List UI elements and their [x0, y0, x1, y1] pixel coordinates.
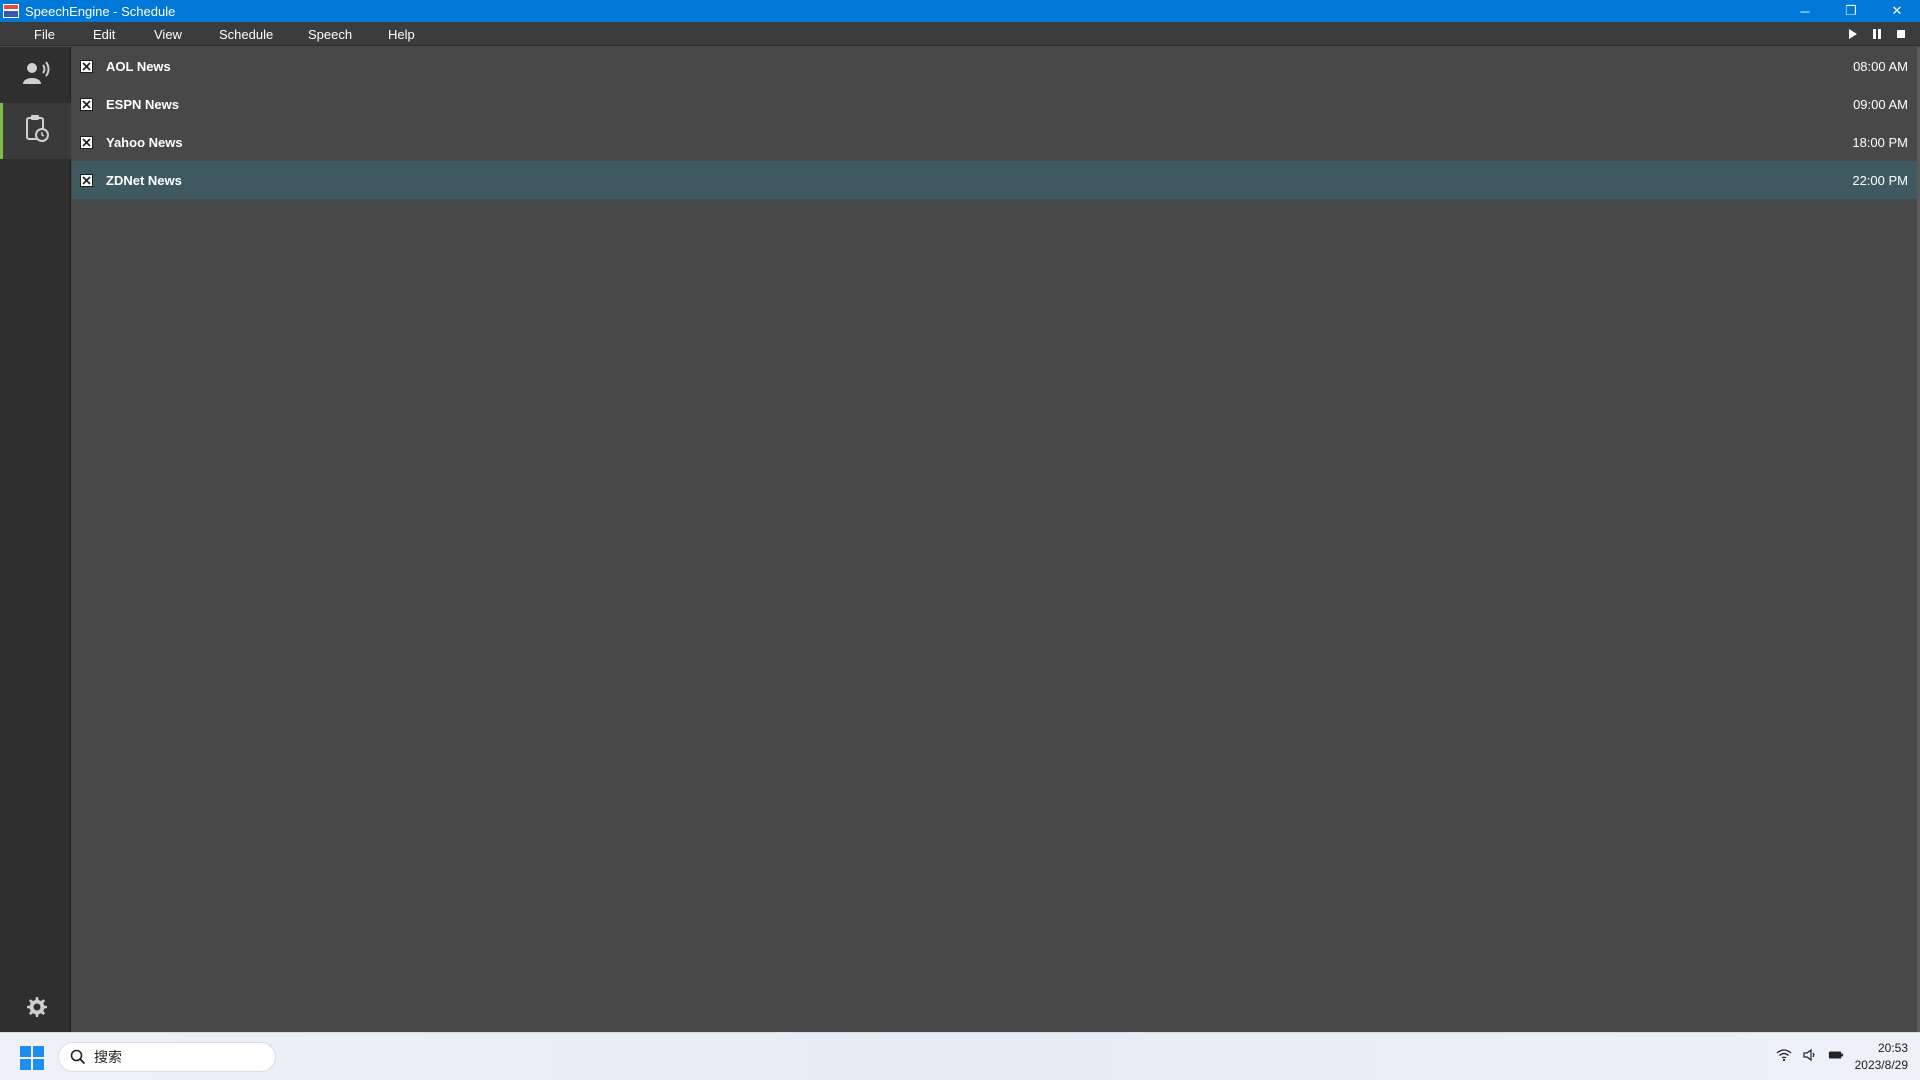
- system-tray: [1776, 1047, 1844, 1063]
- schedule-row[interactable]: AOL News 08:00 AM: [72, 47, 1918, 85]
- menu-bar: File Edit View Schedule Speech Help: [0, 22, 1920, 46]
- schedule-row[interactable]: ESPN News 09:00 AM: [72, 85, 1918, 123]
- menu-speech[interactable]: Speech: [308, 27, 352, 42]
- menu-schedule[interactable]: Schedule: [219, 27, 273, 42]
- sidebar: [0, 47, 71, 1032]
- clock-time: 20:53: [1877, 1041, 1908, 1055]
- schedule-clipboard-icon: [24, 114, 50, 149]
- window-controls: ─ ❐ ✕: [1782, 0, 1920, 22]
- schedule-row[interactable]: Yahoo News 18:00 PM: [72, 123, 1918, 161]
- row-name: AOL News: [106, 58, 171, 74]
- row-time: 18:00 PM: [1852, 134, 1908, 150]
- close-button[interactable]: ✕: [1874, 0, 1920, 22]
- row-time: 08:00 AM: [1853, 58, 1908, 74]
- search-placeholder: 搜索: [94, 1050, 122, 1066]
- row-time: 09:00 AM: [1853, 96, 1908, 112]
- row-checkbox[interactable]: [80, 59, 93, 73]
- taskbar-clock[interactable]: 20:53 2023/8/29: [1855, 1040, 1908, 1074]
- restore-button[interactable]: ❐: [1828, 0, 1874, 22]
- transport-controls: [1846, 22, 1908, 46]
- speaker-icon: [21, 60, 51, 91]
- start-button[interactable]: [20, 1046, 44, 1070]
- volume-icon[interactable]: [1802, 1047, 1818, 1063]
- battery-icon[interactable]: [1828, 1047, 1844, 1063]
- gear-icon: [24, 995, 48, 1024]
- row-name: Yahoo News: [106, 134, 183, 150]
- row-name: ZDNet News: [106, 172, 182, 188]
- stop-icon[interactable]: [1894, 27, 1908, 41]
- wifi-icon[interactable]: [1776, 1047, 1792, 1063]
- menu-file[interactable]: File: [34, 27, 55, 42]
- row-checkbox[interactable]: [80, 173, 93, 187]
- settings-button[interactable]: [0, 987, 71, 1031]
- sidebar-item-speech[interactable]: [0, 47, 71, 103]
- pause-icon[interactable]: [1870, 27, 1884, 41]
- schedule-list: AOL News 08:00 AM ESPN News 09:00 AM Yah…: [72, 47, 1920, 1032]
- row-name: ESPN News: [106, 96, 179, 112]
- taskbar: 搜索 20:53 2023/8/29: [0, 1032, 1920, 1080]
- schedule-row-selected[interactable]: ZDNet News 22:00 PM: [72, 161, 1918, 199]
- row-time: 22:00 PM: [1852, 172, 1908, 188]
- clock-date: 2023/8/29: [1854, 1058, 1908, 1072]
- app-icon: [3, 4, 19, 18]
- window-title: SpeechEngine - Schedule: [25, 3, 176, 19]
- search-icon: [70, 1049, 86, 1065]
- minimize-button[interactable]: ─: [1782, 0, 1828, 22]
- menu-help[interactable]: Help: [388, 27, 415, 42]
- sidebar-item-schedule[interactable]: [0, 103, 71, 159]
- menu-view[interactable]: View: [154, 27, 182, 42]
- play-icon[interactable]: [1846, 27, 1860, 41]
- title-bar: SpeechEngine - Schedule ─ ❐ ✕: [0, 0, 1920, 22]
- row-checkbox[interactable]: [80, 135, 93, 149]
- taskbar-search[interactable]: 搜索: [58, 1042, 276, 1072]
- menu-edit[interactable]: Edit: [93, 27, 115, 42]
- row-checkbox[interactable]: [80, 97, 93, 111]
